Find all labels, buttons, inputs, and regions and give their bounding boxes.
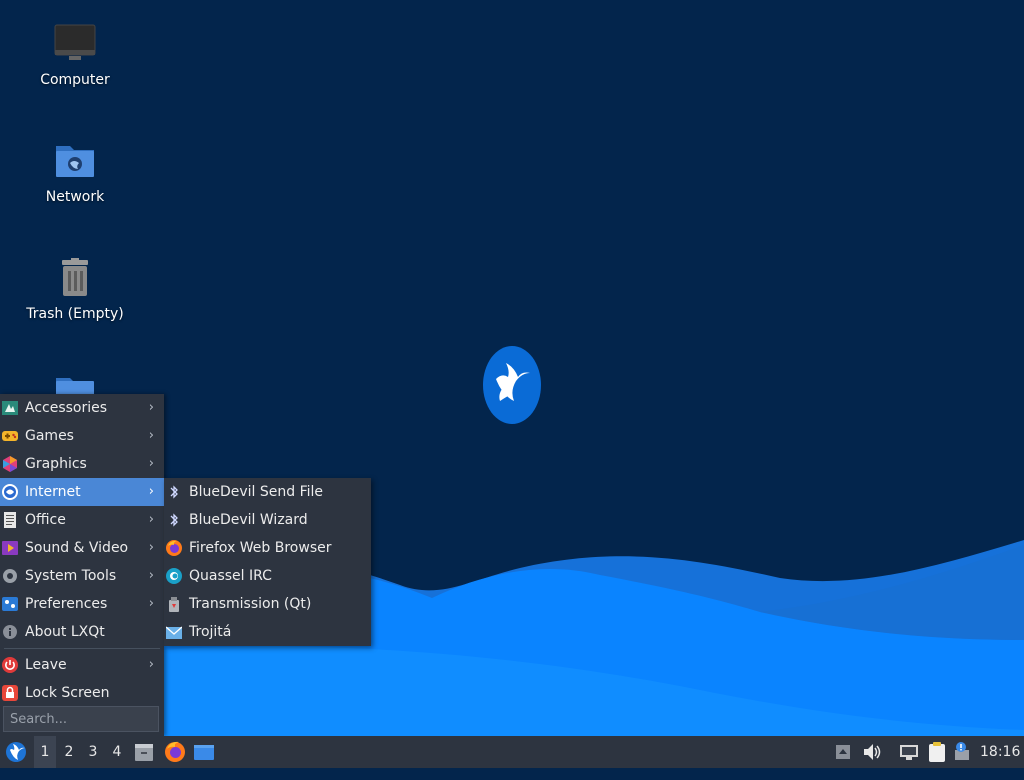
application-menu: Accessories › Games › Graphics › Interne… [0,394,164,736]
network-wired-icon [900,745,918,760]
menu-item-quassel-irc[interactable]: Quassel IRC [164,562,371,590]
desktop-switch-1[interactable]: 1 [34,736,56,768]
trash-icon [62,258,88,296]
menu-item-lock-screen[interactable]: Lock Screen [0,679,164,707]
tray-expand-icon [836,745,850,759]
menu-item-label: Office [25,512,66,528]
preferences-icon [2,597,18,611]
menu-item-label: Sound & Video [25,540,129,556]
menu-item-trojita[interactable]: Trojitá [164,618,371,646]
bluetooth-icon [170,513,178,527]
chevron-right-icon: › [148,400,154,415]
chevron-right-icon: › [148,568,154,583]
internet-submenu: BlueDevil Send File BlueDevil Wizard Fir… [164,478,371,646]
menu-item-transmission[interactable]: Transmission (Qt) [164,590,371,618]
tray-updates[interactable] [953,736,973,768]
desktop-icon-label: Computer [40,72,110,88]
menu-item-label: Lock Screen [25,685,110,701]
menu-item-sound-video[interactable]: Sound & Video › [0,534,164,562]
menu-item-label: Games [25,428,74,444]
menu-item-bluedevil-send-file[interactable]: BlueDevil Send File [164,478,371,506]
clock[interactable]: 18:16 [980,736,1020,768]
system-tools-icon [3,569,17,583]
info-icon [3,625,17,639]
menu-item-label: Accessories [25,400,108,416]
chevron-right-icon: › [148,456,154,471]
sound-video-icon [2,541,18,555]
menu-item-label: BlueDevil Wizard [189,512,308,528]
tray-volume[interactable] [862,736,882,768]
power-icon [2,657,18,673]
chevron-right-icon: › [148,484,154,499]
lock-icon [2,685,18,701]
clipboard-icon [929,742,945,762]
games-icon [2,431,18,441]
menu-item-firefox[interactable]: Firefox Web Browser [164,534,371,562]
menu-item-accessories[interactable]: Accessories › [0,394,164,422]
file-manager-icon [135,744,153,761]
bluetooth-icon [170,485,178,499]
quassel-icon [166,568,182,584]
menu-item-label: Leave [25,657,67,673]
desktop-icon-trash[interactable]: Trash (Empty) [20,256,130,322]
desktop-switch-3[interactable]: 3 [82,736,104,768]
desktop-icon-computer[interactable]: Computer [20,22,130,88]
chevron-right-icon: › [148,428,154,443]
menu-item-office[interactable]: Office › [0,506,164,534]
mail-icon [166,626,182,639]
desktop-switch-2[interactable]: 2 [58,736,80,768]
quicklaunch-firefox[interactable] [164,736,186,768]
quicklaunch-file-manager[interactable] [134,736,154,768]
menu-item-system-tools[interactable]: System Tools › [0,562,164,590]
menu-item-graphics[interactable]: Graphics › [0,450,164,478]
menu-item-leave[interactable]: Leave › [0,651,164,679]
desktop-icon-label: Trash (Empty) [26,306,124,322]
menu-separator [4,648,160,649]
menu-item-label: System Tools [25,568,117,584]
menu-item-internet[interactable]: Internet › [0,478,164,506]
graphics-icon [3,456,17,472]
menu-search-input[interactable] [3,706,159,732]
accessories-icon [2,401,18,415]
menu-item-label: BlueDevil Send File [189,484,324,500]
desktop-switch-4[interactable]: 4 [106,736,128,768]
firefox-icon [165,741,185,762]
menu-item-label: Preferences [25,596,108,612]
menu-item-bluedevil-wizard[interactable]: BlueDevil Wizard [164,506,371,534]
desktop-icon-network[interactable]: Network [20,139,130,205]
chevron-right-icon: › [148,596,154,611]
menu-item-label: Trojitá [189,624,232,640]
start-menu-button[interactable] [4,736,28,768]
desktop-icon-label: Network [45,189,105,205]
taskbar: 1 2 3 4 18:16 [0,736,1024,768]
quicklaunch-show-desktop[interactable] [193,736,215,768]
lubuntu-menu-icon [6,742,26,762]
menu-item-label: About LXQt [25,624,105,640]
chevron-right-icon: › [148,512,154,527]
computer-icon [54,24,96,60]
internet-icon [2,484,18,500]
menu-item-label: Internet [25,484,81,500]
menu-item-preferences[interactable]: Preferences › [0,590,164,618]
chevron-right-icon: › [148,540,154,555]
menu-item-about-lxqt[interactable]: About LXQt [0,618,164,646]
transmission-icon [169,597,179,612]
menu-item-label: Transmission (Qt) [189,596,312,612]
network-folder-icon [56,146,94,177]
volume-icon [864,744,881,760]
tray-clipboard[interactable] [926,736,948,768]
tray-show-hidden[interactable] [834,736,852,768]
update-notifier-icon [955,742,969,760]
menu-item-games[interactable]: Games › [0,422,164,450]
office-icon [4,512,16,528]
chevron-right-icon: › [148,657,154,672]
firefox-icon [166,540,182,556]
tray-network[interactable] [898,736,920,768]
menu-item-label: Firefox Web Browser [189,540,332,556]
menu-item-label: Quassel IRC [189,568,272,584]
menu-item-label: Graphics [25,456,87,472]
lubuntu-logo-icon [483,346,541,424]
desktop-window-icon [194,745,214,760]
